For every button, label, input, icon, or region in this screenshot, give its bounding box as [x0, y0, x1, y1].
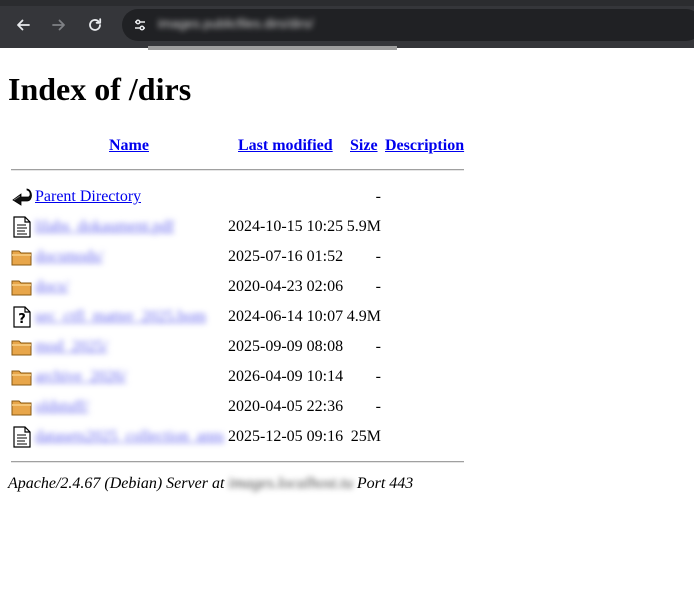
back-arrow-icon [17, 19, 30, 31]
entry-modified: 2024-10-15 10:25 [228, 218, 344, 235]
list-item: lilabs_dokaument.pdf 2024-10-15 10:25 5.… [0, 212, 500, 242]
sort-by-size-link[interactable]: Size [350, 136, 378, 156]
entry-modified: 2024-06-14 10:07 [228, 308, 344, 325]
site-info-button[interactable] [130, 15, 150, 35]
header-divider [11, 169, 464, 171]
unknown-file-icon: ? [13, 306, 31, 328]
text-file-icon [13, 216, 31, 238]
list-item: datasets2025_collection_annual.pdf 2025-… [0, 422, 500, 452]
parent-size: - [375, 188, 381, 205]
entry-size: - [375, 278, 381, 295]
entry-modified: 2020-04-05 22:36 [228, 398, 344, 415]
svg-text:?: ? [18, 312, 26, 327]
entry-size: 5.9M [346, 218, 381, 235]
back-button[interactable] [11, 13, 35, 37]
parent-directory-link[interactable]: Parent Directory [35, 187, 141, 207]
tune-icon [135, 19, 145, 31]
forward-button[interactable] [47, 13, 71, 37]
directory-listing-page: Index of /dirs Name Last modified Size D… [0, 48, 694, 596]
entry-link[interactable]: lilabs_dokaument.pdf [35, 217, 174, 237]
list-item: docs/ 2020-04-23 02:06 - [0, 272, 500, 302]
list-item: archive_2026/ 2026-04-09 10:14 - [0, 362, 500, 392]
tab-strip-edge [0, 0, 694, 6]
address-bar[interactable]: images.publicfiles.dirs/dirs/ [122, 9, 694, 41]
entry-modified: 2026-04-09 10:14 [228, 368, 344, 385]
text-file-icon [13, 426, 31, 448]
entry-link[interactable]: oldstuff/ [35, 397, 89, 417]
page-title: Index of /dirs [8, 71, 192, 107]
entry-link[interactable]: docsmods/ [35, 247, 103, 267]
url-text[interactable]: images.publicfiles.dirs/dirs/ [158, 16, 313, 31]
entry-modified: 2025-09-09 08:08 [228, 338, 344, 355]
parent-directory-icon [12, 188, 32, 206]
entry-size: 25M [350, 428, 381, 445]
entry-size: - [375, 338, 381, 355]
folder-icon [11, 280, 32, 296]
entry-size: - [375, 248, 381, 265]
server-signature-prefix: Apache/2.4.67 (Debian) Server at [8, 475, 225, 492]
list-item: docsmods/ 2025-07-16 01:52 - [0, 242, 500, 272]
footer-divider [11, 461, 464, 463]
entry-link[interactable]: sec_ctfl_matter_2025.bom [35, 307, 206, 327]
sort-by-last-modified-link[interactable]: Last modified [238, 136, 333, 156]
folder-icon [11, 370, 32, 386]
browser-toolbar: images.publicfiles.dirs/dirs/ [0, 0, 694, 50]
forward-arrow-icon [52, 19, 65, 31]
server-port: Port 443 [356, 475, 414, 492]
entry-link[interactable]: docs/ [35, 277, 69, 297]
folder-icon [11, 400, 32, 416]
reload-button[interactable] [83, 13, 107, 37]
folder-icon [11, 340, 32, 356]
entry-size: - [375, 368, 381, 385]
list-item: mod_2025/ 2025-09-09 08:08 - [0, 332, 500, 362]
parent-directory-row: Parent Directory - [0, 182, 500, 212]
sort-by-name-link[interactable]: Name [109, 136, 149, 156]
server-host: images.localhost.tu [228, 475, 353, 492]
entry-size: - [375, 398, 381, 415]
entry-link[interactable]: datasets2025_collection_annual.pdf [35, 427, 224, 447]
folder-icon [11, 250, 32, 266]
entry-modified: 2020-04-23 02:06 [228, 278, 344, 295]
entry-link[interactable]: archive_2026/ [35, 367, 127, 387]
entry-link[interactable]: mod_2025/ [35, 337, 108, 357]
server-signature: Apache/2.4.67 (Debian) Server at images.… [8, 474, 413, 494]
list-item: ? sec_ctfl_matter_2025.bom 2024-06-14 10… [0, 302, 500, 332]
entry-size: 4.9M [346, 308, 381, 325]
reload-icon [89, 18, 102, 31]
entry-modified: 2025-12-05 09:16 [228, 428, 344, 445]
list-item: oldstuff/ 2020-04-05 22:36 - [0, 392, 500, 422]
entry-modified: 2025-07-16 01:52 [228, 248, 344, 265]
sort-by-description-link[interactable]: Description [385, 136, 464, 156]
